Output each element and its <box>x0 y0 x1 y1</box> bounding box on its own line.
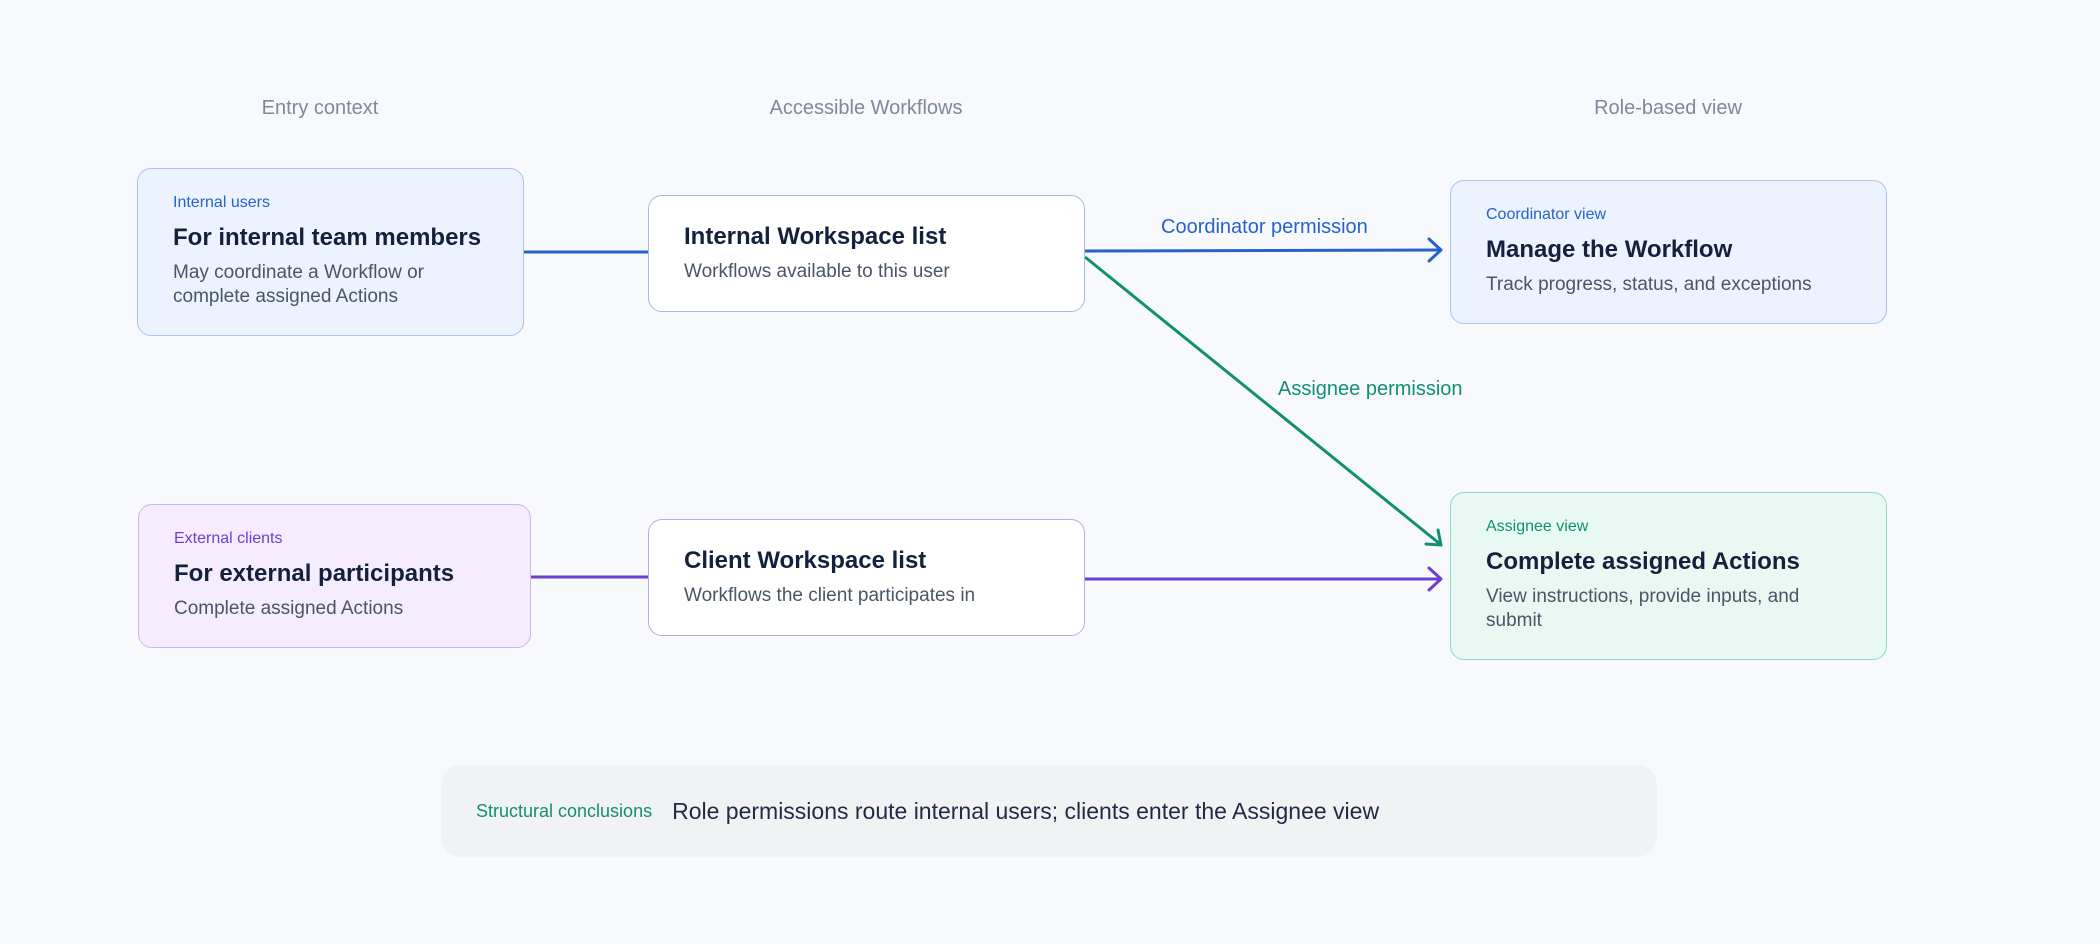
node-tag: Coordinator view <box>1486 206 1607 223</box>
node-tag: Internal users <box>173 194 270 211</box>
node-tag: External clients <box>174 530 283 547</box>
structural-conclusions-panel: Structural conclusions Role permissions … <box>441 765 1657 857</box>
node-tag: Assignee view <box>1486 518 1589 535</box>
edge-label-coordinator-permission: Coordinator permission <box>1161 216 1368 238</box>
edge-coordinator-permission <box>1084 248 1441 253</box>
node-assignee-view: Assignee view Complete assigned Actions … <box>1450 492 1887 660</box>
node-title: For external participants <box>174 560 455 587</box>
node-title: Client Workspace list <box>684 547 927 574</box>
node-subtitle: Workflows available to this user <box>684 261 950 282</box>
node-subtitle: May coordinate a Workflow or complete as… <box>173 262 424 307</box>
node-subtitle: View instructions, provide inputs, and s… <box>1486 586 1800 631</box>
node-subtitle: Workflows the client participates in <box>684 585 976 606</box>
node-coordinator-view: Coordinator view Manage the Workflow Tra… <box>1450 180 1887 324</box>
conclusion-text: Role permissions route internal users; c… <box>672 797 1380 824</box>
node-external-clients: External clients For external participan… <box>138 504 531 648</box>
node-subtitle: Complete assigned Actions <box>174 598 404 619</box>
node-title: Complete assigned Actions <box>1486 548 1800 575</box>
node-title: Manage the Workflow <box>1486 236 1733 263</box>
node-title: Internal Workspace list <box>684 223 947 250</box>
conclusion-label: Structural conclusions <box>476 800 653 821</box>
node-internal-users: Internal users For internal team members… <box>137 168 524 336</box>
edge-label-assignee-permission: Assignee permission <box>1278 378 1463 400</box>
node-subtitle: Track progress, status, and exceptions <box>1486 274 1812 295</box>
node-internal-workspace-list: Internal Workspace list Workflows availa… <box>648 195 1085 312</box>
node-title: For internal team members <box>173 224 482 251</box>
node-client-workspace-list: Client Workspace list Workflows the clie… <box>648 519 1085 636</box>
